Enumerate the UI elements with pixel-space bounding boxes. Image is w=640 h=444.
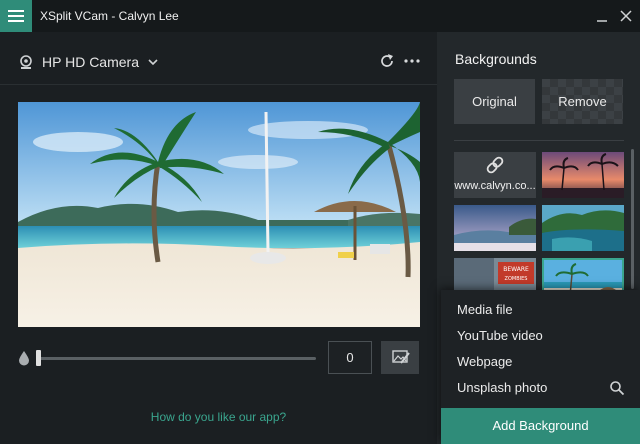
close-button[interactable] [618,8,634,24]
feedback-link[interactable]: How do you like our app? [0,410,437,424]
minimize-button[interactable] [594,8,610,24]
background-tile-green-cliffs[interactable] [542,205,624,251]
backgrounds-title: Backgrounds [455,51,537,67]
stormy-beach-image [454,205,536,251]
blur-slider-row: 0 [18,341,420,375]
link-tile-label: www.calvyn.co... [454,180,536,192]
backgrounds-scrollbar[interactable] [631,149,634,289]
blur-value-input[interactable]: 0 [328,341,372,374]
original-button[interactable]: Original [454,79,535,124]
refresh-button[interactable] [378,52,396,70]
refresh-icon [381,54,393,67]
edit-image-button[interactable] [381,341,419,374]
camera-preview [18,102,420,327]
window-title: XSplit VCam - Calvyn Lee [40,9,179,23]
camera-name: HP HD Camera [42,54,139,70]
background-tile-sunset-palms[interactable] [542,152,624,198]
link-icon [486,156,504,174]
search-icon[interactable] [609,380,625,396]
add-background-menu: Media file YouTube video Webpage Unsplas… [441,290,640,444]
sunset-palms-image [542,152,624,198]
add-background-button[interactable]: Add Background [441,408,640,444]
svg-text:ZOMBIES: ZOMBIES [505,276,528,282]
blur-slider-thumb[interactable] [36,350,41,366]
background-tile-stormy-beach[interactable] [454,205,536,251]
green-cliffs-image [542,205,624,251]
menu-button[interactable] [0,0,32,32]
background-tile-link[interactable]: www.calvyn.co... [454,152,536,198]
more-options-button[interactable] [403,52,421,70]
camera-selector[interactable]: HP HD Camera [18,52,159,72]
title-bar: XSplit VCam - Calvyn Lee [0,0,640,32]
chevron-down-icon [148,59,158,66]
panel-divider [0,84,437,85]
more-icon [404,59,420,63]
remove-button[interactable]: Remove [542,79,623,124]
webcam-icon [20,55,32,69]
beach-preview-image [18,102,420,327]
droplet-icon [19,351,29,366]
close-icon [620,10,632,22]
menu-item-youtube-video[interactable]: YouTube video [457,328,543,343]
edit-image-icon [392,350,410,364]
backgrounds-separator [454,140,624,141]
blur-slider-track[interactable] [38,357,316,360]
svg-text:BEWARE: BEWARE [503,266,529,273]
minimize-icon [597,20,607,22]
menu-item-media-file[interactable]: Media file [457,302,513,317]
camera-panel: HP HD Camera 0 How do you like our app? [0,32,437,444]
menu-item-unsplash-photo[interactable]: Unsplash photo [457,380,547,395]
menu-item-webpage[interactable]: Webpage [457,354,512,369]
menu-icon [8,10,24,12]
